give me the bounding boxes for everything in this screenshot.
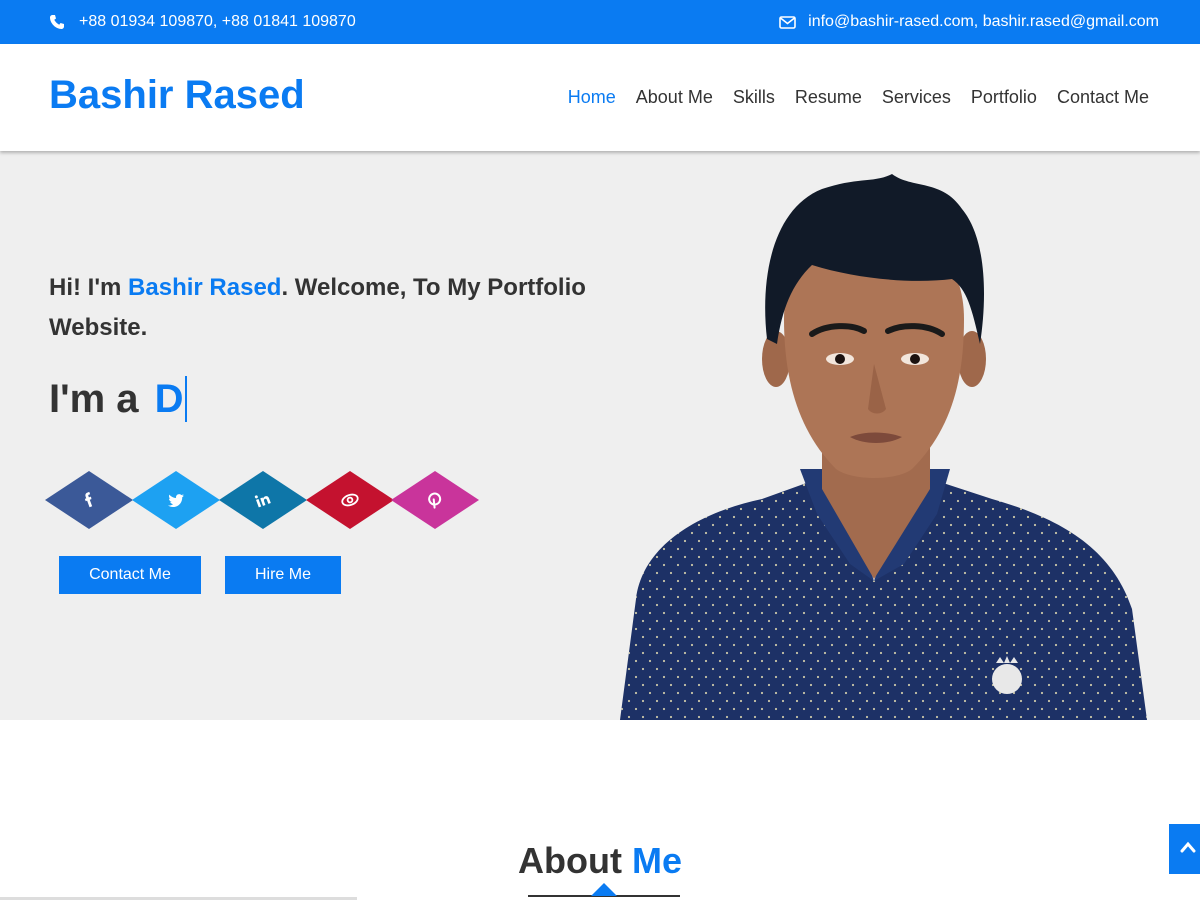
site-header: Bashir Rased Home About Me Skills Resume…: [0, 44, 1200, 151]
nav-services[interactable]: Services: [882, 87, 951, 108]
linkedin-link[interactable]: [219, 471, 307, 529]
typed-prefix: I'm a: [49, 376, 139, 421]
profile-photo: [612, 169, 1172, 720]
nav-skills[interactable]: Skills: [733, 87, 775, 108]
hero-greeting: Hi! I'm Bashir Rased. Welcome, To My Por…: [49, 268, 609, 348]
email-addresses: info@bashir-rased.com, bashir.rased@gmai…: [808, 13, 1159, 30]
typed-role: I'm a D: [49, 376, 188, 422]
greeting-prefix: Hi! I'm: [49, 274, 129, 301]
hire-me-button[interactable]: Hire Me: [225, 556, 341, 594]
about-title-part1: About: [518, 840, 632, 881]
pinterest-link[interactable]: [391, 471, 479, 529]
nav-portfolio[interactable]: Portfolio: [971, 87, 1037, 108]
greeting-name: Bashir Rased: [128, 274, 282, 301]
phone-icon: [49, 14, 65, 30]
email-contact[interactable]: info@bashir-rased.com, bashir.rased@gmai…: [779, 13, 1159, 31]
chevron-up-icon: [1180, 840, 1196, 858]
nav-about-me[interactable]: About Me: [636, 87, 713, 108]
envelope-icon: [779, 15, 796, 29]
about-title-part2: Me: [631, 840, 682, 881]
behance-link[interactable]: [306, 471, 394, 529]
main-nav: Home About Me Skills Resume Services Por…: [568, 87, 1149, 108]
typing-cursor: [185, 376, 188, 422]
top-contact-bar: +88 01934 109870, +88 01841 109870 info@…: [0, 0, 1200, 44]
about-section-title: About Me: [0, 840, 1200, 882]
facebook-link[interactable]: [45, 471, 133, 529]
typed-word: D: [154, 376, 184, 421]
nav-resume[interactable]: Resume: [795, 87, 862, 108]
phone-contact[interactable]: +88 01934 109870, +88 01841 109870: [49, 13, 356, 31]
title-arrow-marker: [591, 883, 617, 896]
contact-me-button[interactable]: Contact Me: [59, 556, 201, 594]
nav-home[interactable]: Home: [568, 87, 616, 108]
phone-numbers: +88 01934 109870, +88 01841 109870: [79, 13, 356, 30]
hero-section: Hi! I'm Bashir Rased. Welcome, To My Por…: [0, 151, 1200, 720]
back-to-top-button[interactable]: [1169, 824, 1200, 874]
twitter-link[interactable]: [132, 471, 220, 529]
site-logo[interactable]: Bashir Rased: [49, 73, 305, 118]
nav-contact-me[interactable]: Contact Me: [1057, 87, 1149, 108]
